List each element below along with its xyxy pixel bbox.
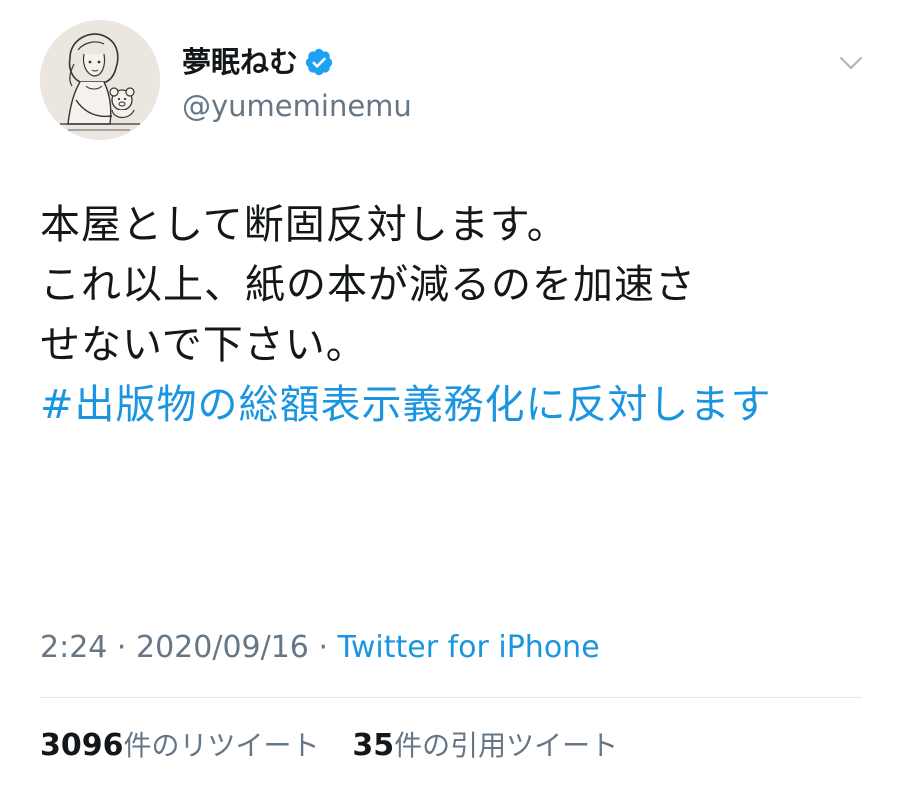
meta-separator: · [107,630,136,665]
tweet-text-line: これ以上、紙の本が減るのを加速さ [40,262,696,308]
tweet-source-link[interactable]: Twitter for iPhone [338,630,600,665]
divider [40,697,862,698]
retweets-stat[interactable]: 3096件のリツイート [40,724,320,768]
tweet-meta: 2:24 · 2020/09/16 · Twitter for iPhone [40,626,600,670]
name-row: 夢眠ねむ [182,40,334,84]
tweet-stats: 3096件のリツイート 35件の引用ツイート [40,724,642,768]
hashtag-link[interactable]: #出版物の総額表示義務化に反対します [40,375,840,435]
quotes-stat[interactable]: 35件の引用ツイート [352,724,618,768]
username[interactable]: @yumeminemu [182,86,412,126]
tweet-text: 本屋として断固反対します。 これ以上、紙の本が減るのを加速さ せないで下さい。 … [40,195,880,435]
verified-badge-icon [304,47,334,77]
tweet-card: 夢眠ねむ @yumeminemu 本屋として断固反対します。 これ以上、紙の本が… [0,0,900,792]
retweets-label: 件のリツイート [123,729,320,762]
tweet-time[interactable]: 2:24 [40,630,107,665]
chevron-down-icon[interactable] [836,48,866,78]
tweet-text-line: 本屋として断固反対します。 [40,202,568,248]
tweet-date[interactable]: 2020/09/16 [136,630,309,665]
display-name[interactable]: 夢眠ねむ [182,42,298,82]
avatar-illustration-icon [40,20,160,140]
quotes-label: 件の引用ツイート [394,729,619,762]
tweet-text-line: せないで下さい。 [40,322,367,368]
retweets-count: 3096 [40,728,124,763]
avatar[interactable] [40,20,160,140]
quotes-count: 35 [352,728,395,763]
meta-separator: · [308,630,338,665]
